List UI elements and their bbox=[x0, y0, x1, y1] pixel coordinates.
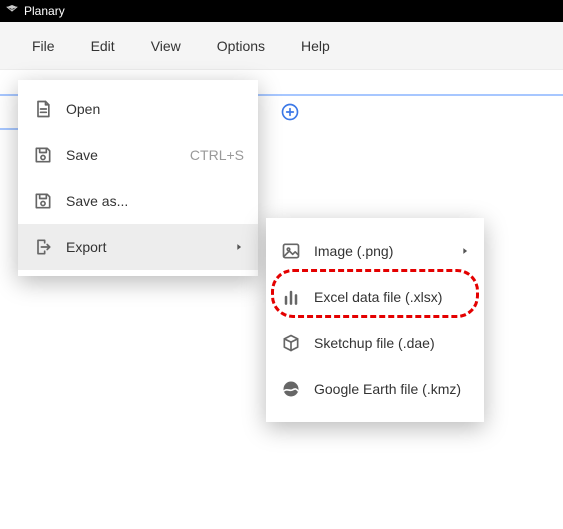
export-submenu-popup: Image (.png) Excel data file (.xlsx) Ske… bbox=[266, 218, 484, 422]
chart-bar-icon bbox=[280, 286, 302, 308]
export-googleearth-label: Google Earth file (.kmz) bbox=[314, 381, 470, 397]
cube-icon bbox=[280, 332, 302, 354]
title-bar: Planary bbox=[0, 0, 563, 22]
image-icon bbox=[280, 240, 302, 262]
menu-edit[interactable]: Edit bbox=[87, 34, 119, 58]
file-menu-export-label: Export bbox=[66, 239, 234, 255]
menu-file[interactable]: File bbox=[28, 34, 59, 58]
export-image[interactable]: Image (.png) bbox=[266, 228, 484, 274]
file-menu-save-as-label: Save as... bbox=[66, 193, 244, 209]
file-menu-save-label: Save bbox=[66, 147, 190, 163]
menu-options[interactable]: Options bbox=[213, 34, 269, 58]
file-menu-open-label: Open bbox=[66, 101, 244, 117]
export-image-label: Image (.png) bbox=[314, 243, 460, 259]
menu-view[interactable]: View bbox=[147, 34, 185, 58]
app-title: Planary bbox=[24, 4, 65, 18]
file-menu-open[interactable]: Open bbox=[18, 86, 258, 132]
export-excel[interactable]: Excel data file (.xlsx) bbox=[266, 274, 484, 320]
menu-bar: File Edit View Options Help bbox=[0, 22, 563, 70]
chevron-right-icon bbox=[460, 243, 470, 259]
file-menu-save-shortcut: CTRL+S bbox=[190, 147, 244, 163]
file-menu-popup: Open Save CTRL+S Save as... Export bbox=[18, 80, 258, 276]
save-as-icon bbox=[32, 190, 54, 212]
export-googleearth[interactable]: Google Earth file (.kmz) bbox=[266, 366, 484, 412]
add-tab-button[interactable] bbox=[280, 102, 300, 122]
plus-circle-icon bbox=[280, 102, 300, 122]
app-logo-icon bbox=[6, 4, 18, 18]
file-menu-save[interactable]: Save CTRL+S bbox=[18, 132, 258, 178]
globe-icon bbox=[280, 378, 302, 400]
file-menu-export[interactable]: Export bbox=[18, 224, 258, 270]
menu-help[interactable]: Help bbox=[297, 34, 334, 58]
file-menu-save-as[interactable]: Save as... bbox=[18, 178, 258, 224]
export-icon bbox=[32, 236, 54, 258]
export-excel-label: Excel data file (.xlsx) bbox=[314, 289, 470, 305]
document-icon bbox=[32, 98, 54, 120]
export-sketchup-label: Sketchup file (.dae) bbox=[314, 335, 470, 351]
save-icon bbox=[32, 144, 54, 166]
export-sketchup[interactable]: Sketchup file (.dae) bbox=[266, 320, 484, 366]
chevron-right-icon bbox=[234, 239, 244, 255]
